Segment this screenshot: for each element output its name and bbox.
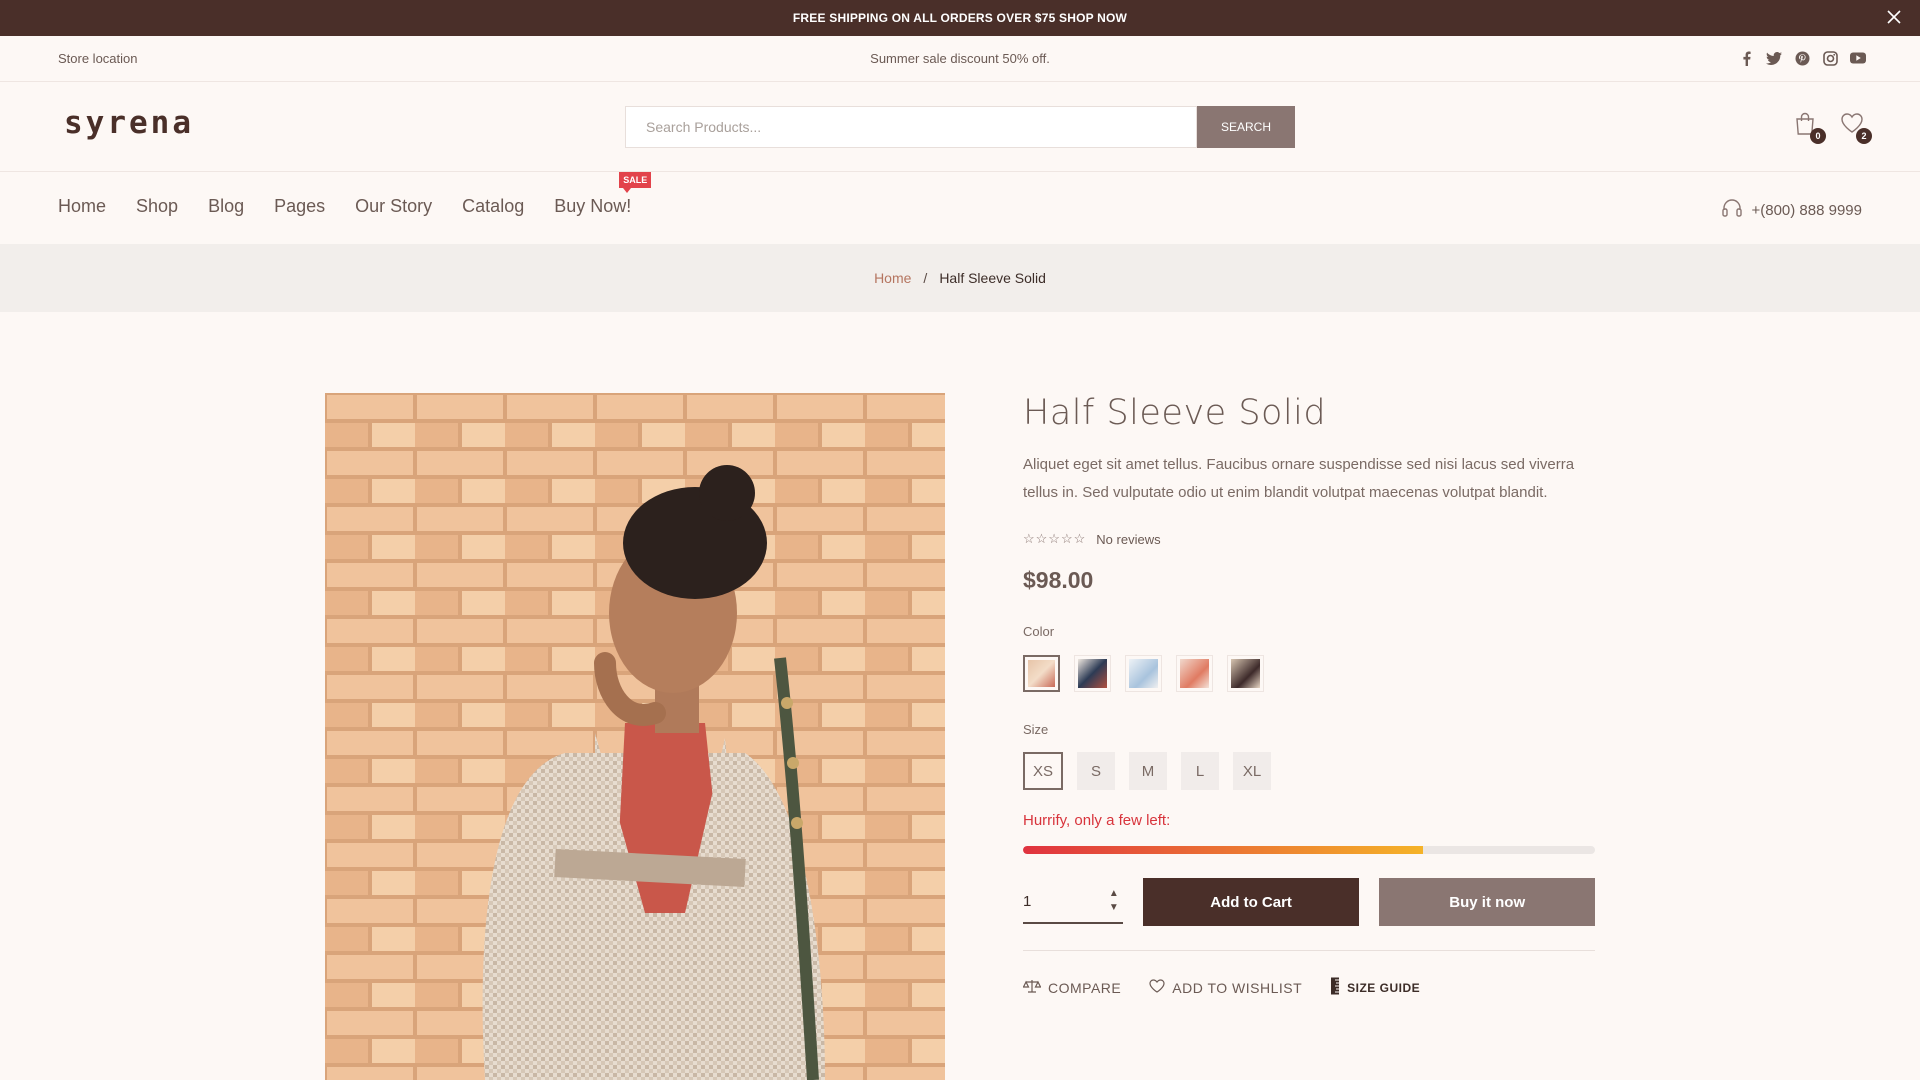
color-swatch-1[interactable]	[1023, 655, 1060, 692]
wishlist-button[interactable]: 2	[1840, 112, 1872, 144]
search-button[interactable]: SEARCH	[1197, 106, 1295, 148]
color-swatch-5[interactable]	[1227, 655, 1264, 692]
site-logo[interactable]: syrena	[64, 105, 194, 141]
size-options: XS S M L XL	[1023, 752, 1595, 790]
size-option-xl[interactable]: XL	[1233, 752, 1272, 790]
pinterest-icon[interactable]	[1794, 49, 1810, 67]
quantity-input[interactable]	[1023, 880, 1083, 922]
buy-now-button[interactable]: Buy it now	[1379, 878, 1595, 926]
compare-link[interactable]: COMPARE	[1022, 977, 1122, 998]
review-count: No reviews	[1096, 531, 1161, 547]
twitter-icon[interactable]	[1766, 49, 1782, 67]
nav-item-catalog[interactable]: Catalog	[462, 196, 524, 217]
nav-item-home[interactable]: Home	[58, 196, 106, 217]
promo-text: Summer sale discount 50% off.	[870, 51, 1050, 66]
add-to-wishlist-link[interactable]: ADD TO WISHLIST	[1149, 977, 1302, 998]
compare-label: COMPARE	[1048, 979, 1122, 996]
color-swatch-4[interactable]	[1176, 655, 1213, 692]
add-to-cart-button[interactable]: Add to Cart	[1142, 878, 1360, 926]
cart-count-badge: 0	[1810, 128, 1826, 144]
site-header: syrena SEARCH 0 2	[0, 82, 1920, 172]
quantity-stepper: ▲ ▼	[1023, 880, 1123, 924]
product-info: Half Sleeve Solid Aliquet eget sit amet …	[1022, 393, 1595, 998]
scale-icon	[1022, 979, 1042, 996]
social-links	[1738, 49, 1866, 67]
product-price: $98.00	[1023, 567, 1094, 593]
product-actions: COMPARE ADD TO WISHLIST SIZE GUIDE	[1022, 977, 1595, 998]
wishlist-label: ADD TO WISHLIST	[1172, 979, 1303, 996]
stock-progress-fill	[1023, 846, 1424, 854]
sale-badge: SALE	[619, 172, 652, 193]
nav-item-buy-now[interactable]: Buy Now! SALE	[554, 172, 652, 217]
breadcrumb-separator: /	[923, 270, 928, 286]
cart-button[interactable]: 0	[1794, 112, 1826, 144]
nav-item-pages[interactable]: Pages	[274, 196, 325, 217]
breadcrumb-current: Half Sleeve Solid	[939, 270, 1046, 286]
product-rating[interactable]: ☆☆☆☆☆ No reviews	[1023, 531, 1595, 547]
store-location-link[interactable]: Store location	[58, 51, 138, 66]
facebook-icon[interactable]	[1738, 49, 1754, 67]
search-input[interactable]	[625, 106, 1197, 148]
size-guide-label: SIZE GUIDE	[1347, 980, 1421, 995]
nav-item-our-story[interactable]: Our Story	[355, 196, 432, 217]
nav-item-blog[interactable]: Blog	[208, 196, 244, 217]
size-option-xs[interactable]: XS	[1023, 752, 1064, 790]
size-guide-link[interactable]: SIZE GUIDE	[1330, 977, 1420, 998]
color-swatch-2[interactable]	[1074, 655, 1111, 692]
youtube-icon[interactable]	[1850, 49, 1866, 67]
caret-down-icon[interactable]: ▼	[1107, 902, 1121, 913]
breadcrumb: Home / Half Sleeve Solid	[0, 244, 1920, 312]
color-swatches	[1023, 655, 1595, 692]
size-option-m[interactable]: M	[1129, 752, 1168, 790]
ruler-icon	[1330, 977, 1340, 998]
close-icon[interactable]	[1882, 5, 1906, 29]
color-swatch-3[interactable]	[1125, 655, 1162, 692]
product-image[interactable]	[325, 393, 945, 1080]
wishlist-count-badge: 2	[1856, 128, 1872, 144]
phone-contact[interactable]: +(800) 888 9999	[1721, 198, 1862, 222]
announcement-bar: FREE SHIPPING ON ALL ORDERS OVER $75 SHO…	[0, 0, 1920, 36]
instagram-icon[interactable]	[1822, 49, 1838, 67]
product-description: Aliquet eget sit amet tellus. Faucibus o…	[1023, 456, 1575, 501]
caret-up-icon[interactable]: ▲	[1107, 888, 1121, 899]
nav-item-shop[interactable]: Shop	[136, 196, 178, 217]
heart-icon	[1149, 979, 1165, 996]
color-label: Color	[1023, 624, 1055, 639]
headset-icon	[1721, 198, 1743, 222]
nav-item-buy-now-label: Buy Now!	[554, 196, 632, 216]
breadcrumb-home[interactable]: Home	[874, 270, 911, 286]
announcement-text[interactable]: FREE SHIPPING ON ALL ORDERS OVER $75 SHO…	[793, 11, 1127, 25]
star-rating-icon: ☆☆☆☆☆	[1023, 531, 1087, 546]
product-title: Half Sleeve Solid	[1023, 393, 1327, 433]
stock-message: Hurrify, only a few left:	[1023, 812, 1171, 829]
main-navigation: Home Shop Blog Pages Our Story Catalog B…	[0, 172, 1920, 244]
phone-number: +(800) 888 9999	[1751, 201, 1862, 219]
header-icons: 0 2	[1794, 112, 1872, 144]
size-option-l[interactable]: L	[1181, 752, 1220, 790]
top-bar: Store location Summer sale discount 50% …	[0, 36, 1920, 82]
size-label: Size	[1023, 722, 1049, 737]
size-option-s[interactable]: S	[1077, 752, 1116, 790]
stock-progress-bar	[1023, 846, 1595, 854]
search-bar: SEARCH	[625, 106, 1295, 148]
purchase-row: ▲ ▼ Add to Cart Buy it now	[1023, 878, 1595, 951]
